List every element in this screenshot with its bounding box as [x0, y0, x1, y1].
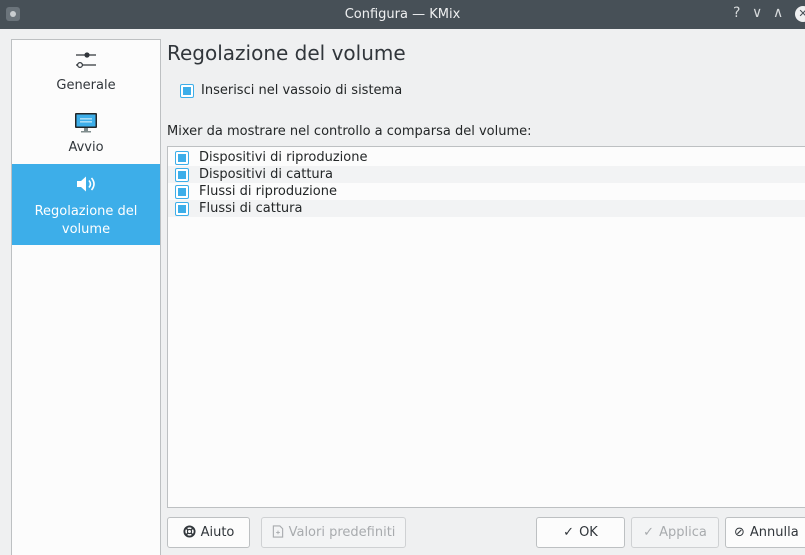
defaults-button-label: Valori predefiniti: [288, 525, 396, 540]
mixer-list: Dispositivi di riproduzione Dispositivi …: [167, 146, 805, 508]
mixer-checkbox[interactable]: [175, 151, 189, 165]
list-item[interactable]: Dispositivi di cattura: [168, 166, 805, 183]
tray-checkbox-label[interactable]: Inserisci nel vassoio di sistema: [201, 83, 402, 98]
help-button-label: Aiuto: [200, 525, 235, 540]
ok-button-label: OK: [579, 525, 598, 540]
check-icon: ✓: [563, 525, 575, 540]
mixer-label: Dispositivi di riproduzione: [199, 150, 368, 165]
cancel-button-label: Annulla: [749, 525, 799, 540]
apply-button[interactable]: ✓ Applica: [631, 517, 719, 548]
cancel-icon: ⊘: [734, 525, 745, 540]
document-revert-icon: [272, 518, 284, 547]
title-bar: Configura — KMix ? ∨ ∧ ✕: [0, 0, 805, 29]
mixer-checkbox[interactable]: [175, 185, 189, 199]
window-title: Configura — KMix: [344, 7, 461, 22]
monitor-icon: [75, 113, 97, 133]
list-item[interactable]: Dispositivi di riproduzione: [168, 149, 805, 166]
mixer-label: Flussi di riproduzione: [199, 184, 337, 199]
apply-button-label: Applica: [659, 525, 707, 540]
mixer-checkbox[interactable]: [175, 202, 189, 216]
defaults-button[interactable]: Valori predefiniti: [261, 517, 406, 548]
help-icon[interactable]: ?: [733, 5, 740, 21]
list-item[interactable]: Flussi di cattura: [168, 200, 805, 217]
close-icon[interactable]: ✕: [795, 6, 805, 22]
sidebar-item-label: Generale: [56, 78, 116, 93]
sidebar-item-regolazione-volume[interactable]: Regolazione del volume: [12, 164, 160, 245]
mixer-label: Dispositivi di cattura: [199, 167, 333, 182]
ok-button[interactable]: ✓ OK: [536, 517, 625, 548]
sidebar-item-label: Regolazione del volume: [34, 204, 138, 237]
sidebar-item-generale[interactable]: Generale: [12, 46, 160, 104]
mixer-list-label: Mixer da mostrare nel controllo a compar…: [167, 124, 532, 139]
page-title: Regolazione del volume: [167, 41, 406, 65]
sidebar-item-label: Avvio: [68, 140, 104, 155]
check-icon: ✓: [643, 525, 655, 540]
mixer-checkbox[interactable]: [175, 168, 189, 182]
help-lifebuoy-icon: [183, 518, 196, 547]
minimize-icon[interactable]: ∨: [752, 5, 762, 21]
slider-icon: [76, 52, 96, 69]
help-button[interactable]: Aiuto: [167, 517, 250, 548]
cancel-button[interactable]: ⊘ Annulla: [725, 517, 805, 548]
list-item[interactable]: Flussi di riproduzione: [168, 183, 805, 200]
sidebar: Generale Avvio Regolazione del volume: [11, 39, 161, 555]
tray-checkbox[interactable]: [180, 84, 194, 98]
sidebar-item-avvio[interactable]: Avvio: [12, 106, 160, 161]
maximize-icon[interactable]: ∧: [773, 5, 783, 21]
mixer-label: Flussi di cattura: [199, 201, 303, 216]
speaker-icon: [77, 176, 95, 192]
